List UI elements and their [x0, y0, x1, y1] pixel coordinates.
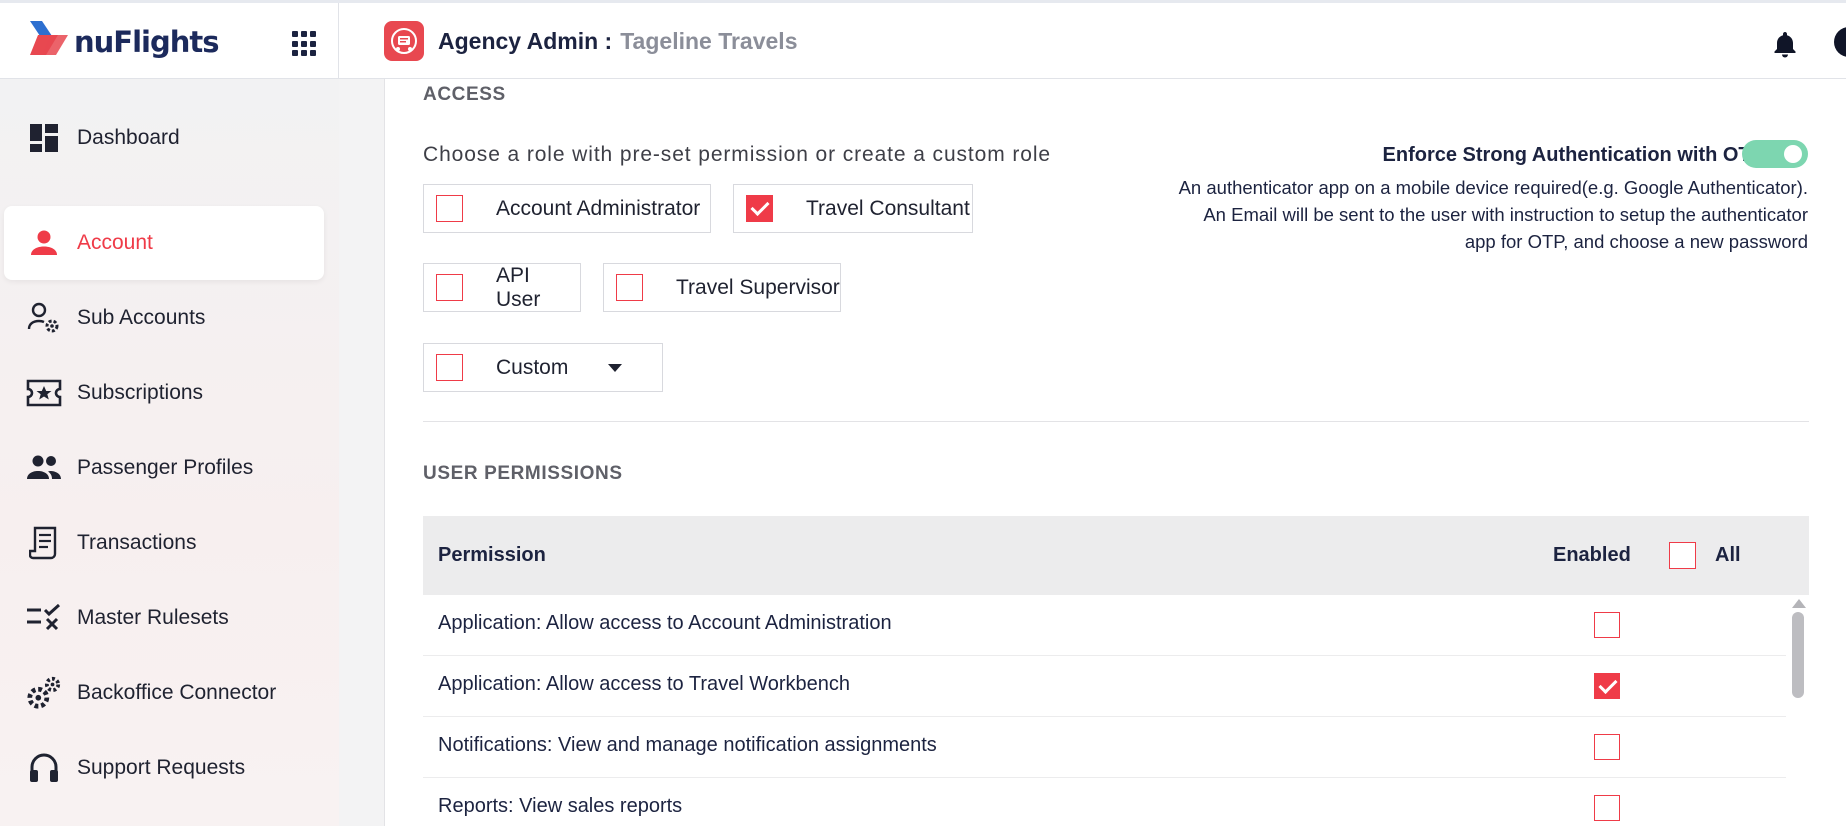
brand-name: nuFlights: [74, 25, 220, 59]
section-divider: [423, 421, 1809, 422]
otp-description: An authenticator app on a mobile device …: [1088, 174, 1808, 255]
brand-area: nuFlights: [0, 3, 339, 79]
sidebar-item-label: Support Requests: [77, 756, 246, 779]
sidebar-item-label: Passenger Profiles: [77, 456, 254, 479]
person-icon: [26, 225, 62, 261]
otp-desc-line: app for OTP, and choose a new password: [1464, 231, 1808, 252]
column-header-all: All: [1715, 544, 1741, 566]
sidebar-item-support-requests[interactable]: Support Requests: [4, 731, 324, 805]
chevron-down-icon[interactable]: [608, 363, 623, 372]
sidebar-item-backoffice-connector[interactable]: Backoffice Connector: [4, 656, 324, 730]
page-title: Agency Admin :: [438, 27, 613, 54]
column-header-enabled: Enabled: [1553, 544, 1631, 566]
permissions-table: Permission Enabled All Application: Allo…: [423, 516, 1809, 826]
sidebar-item-label: Backoffice Connector: [77, 681, 277, 704]
role-hint: Choose a role with pre-set permission or…: [423, 143, 1051, 166]
sidebar-item-transactions[interactable]: Transactions: [4, 506, 324, 580]
user-avatar-icon[interactable]: [1834, 27, 1846, 57]
receipt-icon: [26, 525, 62, 561]
content-gutter: [339, 79, 385, 826]
permission-label: Notifications: View and manage notificat…: [438, 734, 937, 756]
scrollbar-thumb[interactable]: [1792, 612, 1804, 698]
access-section-title: ACCESS: [423, 84, 506, 105]
table-row: Notifications: View and manage notificat…: [423, 717, 1786, 778]
permission-checkbox[interactable]: [1594, 612, 1620, 638]
otp-title: Enforce Strong Authentication with OTP: [1382, 144, 1764, 166]
top-bar: nuFlights Agency Admin : Tageline Travel…: [0, 0, 1846, 79]
bell-icon[interactable]: [1770, 29, 1800, 59]
apps-grid-icon[interactable]: [292, 31, 318, 57]
rules-check-icon: [26, 600, 62, 636]
main-content: ACCESS Choose a role with pre-set permis…: [386, 79, 1846, 826]
otp-desc-line: An authenticator app on a mobile device …: [1178, 177, 1808, 198]
sidebar-item-label: Transactions: [77, 531, 197, 554]
permission-checkbox[interactable]: [1594, 734, 1620, 760]
sidebar-item-passenger-profiles[interactable]: Passenger Profiles: [4, 431, 324, 505]
page-header: Agency Admin : Tageline Travels: [384, 21, 798, 61]
sidebar-item-label: Sub Accounts: [77, 306, 206, 329]
table-header: Permission Enabled All: [423, 516, 1809, 595]
people-icon: [26, 450, 62, 486]
gears-icon: [26, 675, 62, 711]
permission-label: Reports: View sales reports: [438, 795, 683, 817]
table-row: Application: Allow access to Travel Work…: [423, 656, 1786, 717]
agency-badge-icon: [384, 21, 424, 61]
role-travel-supervisor[interactable]: Travel Supervisor: [603, 263, 841, 312]
permission-checkbox[interactable]: [1594, 795, 1620, 821]
role-label: Account Administrator: [496, 196, 701, 220]
logo[interactable]: nuFlights: [28, 17, 220, 61]
user-settings-icon: [26, 300, 62, 336]
role-checkbox[interactable]: [616, 274, 643, 301]
sidebar-item-sub-accounts[interactable]: Sub Accounts: [4, 281, 324, 355]
column-header-permission: Permission: [438, 544, 546, 566]
ticket-star-icon: [26, 375, 62, 411]
agency-name: Tageline Travels: [620, 27, 798, 54]
role-checkbox[interactable]: [436, 195, 463, 222]
table-row: Reports: View sales reports: [423, 778, 1786, 826]
dashboard-icon: [26, 120, 62, 156]
role-account-administrator[interactable]: Account Administrator: [423, 184, 711, 233]
role-checkbox[interactable]: [436, 274, 463, 301]
sidebar-item-label: Account: [77, 231, 153, 254]
role-label: Travel Supervisor: [676, 275, 840, 299]
headset-icon: [26, 750, 62, 786]
role-label: Travel Consultant: [806, 196, 970, 220]
permission-label: Application: Allow access to Account Adm…: [438, 612, 892, 634]
sidebar-item-account[interactable]: Account: [4, 206, 324, 280]
sidebar-item-label: Master Rulesets: [77, 606, 229, 629]
otp-desc-line: An Email will be sent to the user with i…: [1203, 204, 1808, 225]
permission-checkbox[interactable]: [1594, 673, 1620, 699]
select-all-checkbox[interactable]: [1669, 542, 1696, 569]
role-custom-dropdown[interactable]: Custom: [423, 343, 663, 392]
sidebar-item-label: Dashboard: [77, 126, 180, 149]
sidebar: Dashboard Account Sub Accounts Subscript…: [0, 79, 339, 826]
permissions-section-title: USER PERMISSIONS: [423, 463, 623, 484]
sidebar-item-master-rulesets[interactable]: Master Rulesets: [4, 581, 324, 655]
role-travel-consultant[interactable]: Travel Consultant: [733, 184, 973, 233]
role-label: API User: [496, 263, 541, 311]
sidebar-item-label: Subscriptions: [77, 381, 204, 404]
scroll-up-arrow-icon[interactable]: [1792, 599, 1806, 608]
role-label: Custom: [496, 355, 569, 379]
table-row: Application: Allow access to Account Adm…: [423, 595, 1786, 656]
sidebar-item-subscriptions[interactable]: Subscriptions: [4, 356, 324, 430]
role-checkbox[interactable]: [746, 195, 773, 222]
permission-label: Application: Allow access to Travel Work…: [438, 673, 851, 695]
role-checkbox[interactable]: [436, 354, 463, 381]
role-api-user[interactable]: API User: [423, 263, 581, 312]
nuflights-logo: [30, 21, 68, 55]
sidebar-item-dashboard[interactable]: Dashboard: [4, 101, 324, 175]
otp-toggle[interactable]: [1742, 140, 1808, 168]
